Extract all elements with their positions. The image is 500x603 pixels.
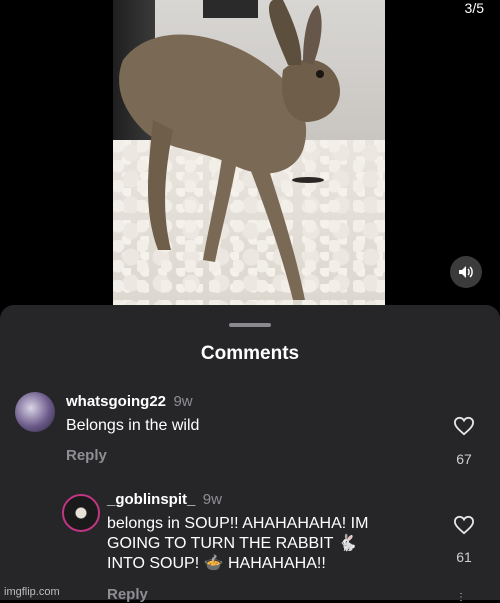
comment-time: 9w: [202, 491, 222, 508]
watermark: imgflip.com: [4, 586, 60, 598]
comment-text-line-2: GOING TO TURN THE RABBIT 🐇: [107, 535, 358, 552]
heart-icon[interactable]: [453, 416, 475, 436]
comment-text-line-1: belongs in SOUP!! AHAHAHAHA! IM: [107, 515, 369, 532]
comment-header: _goblinspit_ 9w: [107, 491, 222, 509]
comment-username[interactable]: whatsgoing22: [66, 393, 166, 410]
hare-image: [119, 0, 340, 300]
heart-icon[interactable]: [453, 515, 475, 535]
reply-button[interactable]: Reply: [66, 447, 107, 464]
video-frame[interactable]: [113, 0, 385, 305]
like-count: 67: [456, 451, 472, 467]
comment-time: 9w: [173, 393, 193, 410]
sheet-grabber[interactable]: [229, 323, 271, 327]
comment-username[interactable]: _goblinspit_: [107, 491, 195, 508]
comments-sheet: Comments whatsgoing22 9w Belongs in the …: [0, 305, 500, 603]
volume-icon: [459, 266, 473, 278]
like-count: 61: [456, 549, 472, 565]
reply-button[interactable]: Reply: [107, 586, 148, 603]
avatar[interactable]: [62, 494, 100, 532]
comment-text: Belongs in the wild: [66, 417, 200, 434]
page-counter: 3/5: [464, 0, 484, 16]
media-viewer[interactable]: 3/5: [0, 0, 500, 305]
avatar[interactable]: [15, 392, 55, 432]
more-options-icon[interactable]: ⋮: [456, 592, 466, 603]
comment-header: whatsgoing22 9w: [66, 393, 193, 411]
comment-text-line-3: INTO SOUP! 🍲 HAHAHAHA!!: [107, 555, 326, 572]
volume-button[interactable]: [450, 256, 482, 288]
sheet-title: Comments: [200, 343, 300, 364]
